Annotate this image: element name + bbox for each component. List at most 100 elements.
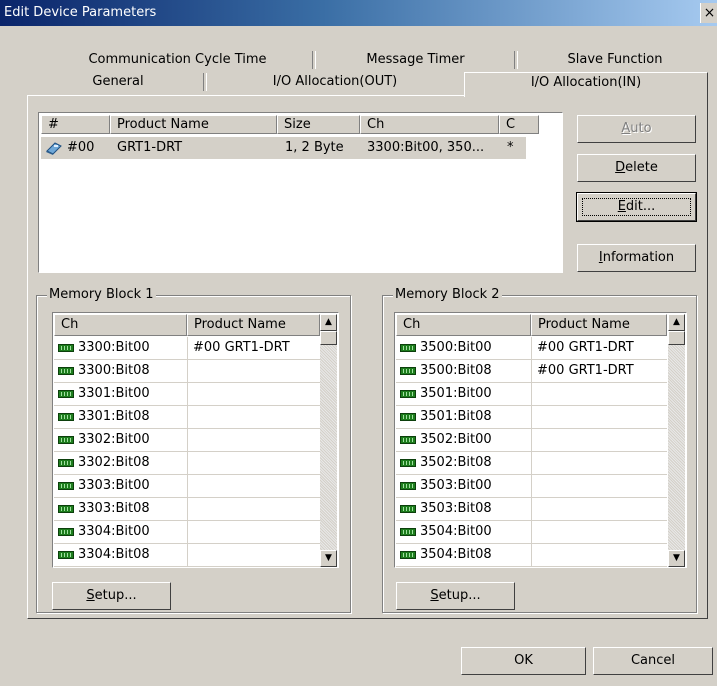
mb2-scroll-thumb[interactable]: [668, 331, 685, 345]
mb2-header-product-name[interactable]: Product Name: [531, 314, 667, 336]
memory-icon: [58, 367, 74, 375]
column-divider: [531, 475, 532, 497]
mb1-scroll-up-button[interactable]: ▲: [320, 314, 337, 331]
close-icon[interactable]: ×: [700, 3, 717, 23]
column-divider: [187, 406, 188, 428]
mb2-ch-cell: 3503:Bit00: [420, 478, 492, 493]
mb2-row[interactable]: 3502:Bit08: [396, 452, 667, 475]
mb2-row[interactable]: 3501:Bit00: [396, 383, 667, 406]
mb1-scroll-down-button[interactable]: ▼: [320, 550, 337, 567]
memory-block-2-list[interactable]: Ch Product Name 3500:Bit00 #00 GRT1-DRT 35…: [394, 312, 687, 568]
tab-general[interactable]: General: [33, 72, 203, 91]
mb1-row[interactable]: 3300:Bit08: [54, 360, 320, 383]
mb2-product-cell: #00 GRT1-DRT: [537, 363, 634, 378]
delete-button[interactable]: Delete: [577, 154, 696, 182]
title-bar: Edit Device Parameters ×: [0, 0, 717, 26]
mb2-row[interactable]: 3503:Bit00: [396, 475, 667, 498]
column-header-c[interactable]: C: [499, 115, 539, 134]
mb2-scroll-up-button[interactable]: ▲: [668, 314, 685, 331]
column-divider: [187, 360, 188, 382]
cancel-button[interactable]: Cancel: [593, 647, 713, 675]
mb2-scrollbar[interactable]: ▲ ▼: [668, 314, 685, 567]
memory-icon: [58, 436, 74, 444]
memory-icon: [58, 413, 74, 421]
mb2-row[interactable]: 3504:Bit08: [396, 544, 667, 567]
memory-icon: [400, 528, 416, 536]
mb1-row[interactable]: 3304:Bit08: [54, 544, 320, 567]
memory-icon: [400, 344, 416, 352]
mb1-ch-cell: 3303:Bit08: [78, 501, 150, 516]
edit-button[interactable]: Edit...: [576, 192, 697, 222]
mb2-header-ch[interactable]: Ch: [396, 314, 531, 336]
device-list[interactable]: # Product Name Size Ch C #00 GRT1-DRT 1,…: [38, 112, 563, 273]
mb2-row[interactable]: 3500:Bit08 #00 GRT1-DRT: [396, 360, 667, 383]
mb2-scroll-down-button[interactable]: ▼: [668, 550, 685, 567]
tab-io-allocation-in[interactable]: I/O Allocation(IN): [464, 72, 708, 97]
memory-icon: [58, 528, 74, 536]
memory-icon: [400, 551, 416, 559]
tab-separator: [203, 73, 207, 91]
tab-slave-function[interactable]: Slave Function: [520, 50, 710, 69]
delete-label: elete: [625, 160, 658, 175]
column-header-number[interactable]: #: [41, 115, 110, 134]
mb1-row[interactable]: 3301:Bit08: [54, 406, 320, 429]
device-icon: [46, 142, 62, 155]
mb1-row[interactable]: 3302:Bit08: [54, 452, 320, 475]
device-ch: 3300:Bit00, 350...: [367, 140, 485, 155]
memory-icon: [400, 413, 416, 421]
mb1-setup-button[interactable]: Setup...: [52, 582, 171, 610]
memory-icon: [58, 459, 74, 467]
mb2-setup-button[interactable]: Setup...: [396, 582, 515, 610]
tab-io-allocation-out[interactable]: I/O Allocation(OUT): [210, 72, 460, 91]
column-divider: [531, 406, 532, 428]
device-c: *: [507, 140, 514, 155]
mb1-row[interactable]: 3300:Bit00 #00 GRT1-DRT: [54, 337, 320, 360]
mb1-row[interactable]: 3303:Bit00: [54, 475, 320, 498]
auto-button[interactable]: Auto: [577, 115, 696, 143]
device-row[interactable]: #00 GRT1-DRT 1, 2 Byte 3300:Bit00, 350..…: [41, 137, 526, 159]
mb1-row[interactable]: 3304:Bit00: [54, 521, 320, 544]
mb1-row[interactable]: 3302:Bit00: [54, 429, 320, 452]
mb1-row[interactable]: 3301:Bit00: [54, 383, 320, 406]
mb2-ch-cell: 3501:Bit08: [420, 409, 492, 424]
mb1-ch-cell: 3303:Bit00: [78, 478, 150, 493]
ok-button[interactable]: OK: [461, 647, 586, 675]
mb2-ch-cell: 3504:Bit00: [420, 524, 492, 539]
information-button[interactable]: Information: [577, 244, 696, 272]
mb2-row[interactable]: 3501:Bit08: [396, 406, 667, 429]
mb2-setup-label: etup...: [438, 588, 481, 603]
mb2-ch-cell: 3504:Bit08: [420, 547, 492, 562]
column-header-product-name[interactable]: Product Name: [110, 115, 277, 134]
memory-block-2-title: Memory Block 2: [393, 287, 502, 302]
tab-separator: [312, 51, 316, 69]
column-divider: [187, 475, 188, 497]
mb1-ch-cell: 3301:Bit08: [78, 409, 150, 424]
memory-block-1-list[interactable]: Ch Product Name 3300:Bit00 #00 GRT1-DRT 33…: [52, 312, 339, 568]
tab-message-timer[interactable]: Message Timer: [318, 50, 513, 69]
mb2-setup-mnemonic: S: [430, 588, 439, 603]
column-divider: [187, 544, 188, 566]
mb1-header-product-name[interactable]: Product Name: [187, 314, 320, 336]
tab-communication-cycle-time[interactable]: Communication Cycle Time: [55, 50, 300, 69]
column-divider: [531, 360, 532, 382]
memory-icon: [58, 505, 74, 513]
mb2-row[interactable]: 3500:Bit00 #00 GRT1-DRT: [396, 337, 667, 360]
memory-icon: [400, 436, 416, 444]
mb2-row[interactable]: 3504:Bit00: [396, 521, 667, 544]
mb2-row[interactable]: 3503:Bit08: [396, 498, 667, 521]
mb2-row[interactable]: 3502:Bit00: [396, 429, 667, 452]
mb1-scroll-thumb[interactable]: [320, 331, 337, 345]
edit-device-parameters-dialog: Edit Device Parameters × Communication C…: [0, 0, 717, 686]
mb1-header-ch[interactable]: Ch: [54, 314, 187, 336]
column-header-size[interactable]: Size: [277, 115, 360, 134]
mb2-ch-cell: 3503:Bit08: [420, 501, 492, 516]
column-divider: [187, 521, 188, 543]
memory-icon: [400, 459, 416, 467]
mb2-ch-cell: 3502:Bit00: [420, 432, 492, 447]
mb1-row[interactable]: 3303:Bit08: [54, 498, 320, 521]
memory-icon: [400, 367, 416, 375]
mb2-product-cell: #00 GRT1-DRT: [537, 340, 634, 355]
mb1-scrollbar[interactable]: ▲ ▼: [320, 314, 337, 567]
auto-mnemonic: A: [621, 121, 631, 136]
column-header-ch[interactable]: Ch: [360, 115, 499, 134]
